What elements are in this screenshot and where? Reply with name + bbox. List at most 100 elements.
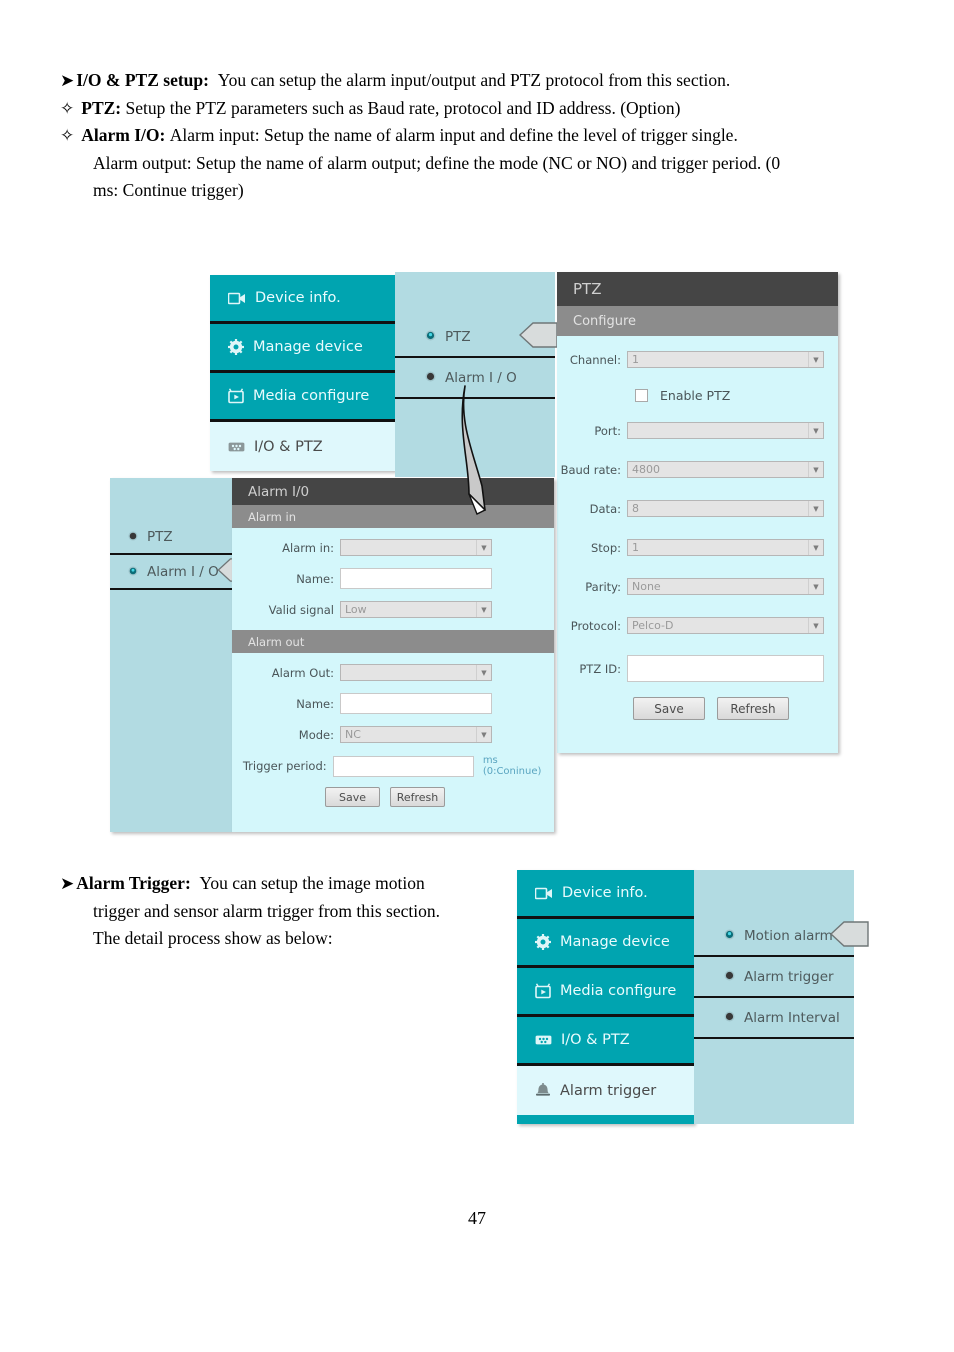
radio-dot-icon: [425, 370, 436, 386]
alarm-io-panel: Alarm I/0 Alarm in Alarm in: ▼ Name: Val…: [232, 478, 554, 832]
menu-item-manage-device[interactable]: Manage device: [210, 324, 395, 373]
menu-item-device-info-bottom[interactable]: Device info.: [517, 870, 694, 919]
top-figure-main-menu: Device info. Manage device Media configu…: [210, 275, 395, 471]
field-ptz-id: PTZ ID:: [557, 655, 838, 682]
stop-select[interactable]: 1 ▼: [627, 539, 824, 556]
bell-icon: [535, 1083, 551, 1098]
paragraph-alarm-output: Alarm output: Setup the name of alarm ou…: [93, 152, 781, 173]
submenu-item-alarm-interval[interactable]: Alarm Interval: [694, 998, 854, 1039]
field-label: Alarm in:: [282, 540, 334, 555]
paragraph-io-ptz-setup: ➤ I/O & PTZ setup: You can setup the alar…: [60, 70, 890, 90]
gear-icon: [228, 339, 244, 355]
menu-item-label: Device info.: [255, 290, 341, 306]
menu-item-manage-device-bottom[interactable]: Manage device: [517, 919, 694, 968]
paragraph-text: Setup the PTZ parameters such as Baud ra…: [125, 97, 681, 118]
menu-item-io-ptz-bottom[interactable]: I/O & PTZ: [517, 1017, 694, 1066]
menu-item-io-ptz[interactable]: I/O & PTZ: [210, 422, 395, 471]
page-number: 47: [468, 1208, 486, 1228]
chevron-down-icon: ▼: [808, 618, 823, 633]
field-label: Alarm Out:: [271, 665, 334, 680]
data-select[interactable]: 8 ▼: [627, 500, 824, 517]
chevron-down-icon: ▼: [808, 352, 823, 367]
alarm-out-select[interactable]: ▼: [340, 664, 492, 681]
field-label: Port:: [594, 423, 621, 438]
menu-item-media-configure-bottom[interactable]: Media configure: [517, 968, 694, 1017]
select-value: NC: [345, 728, 361, 741]
alarm-io-panel-title: Alarm I/0: [232, 478, 554, 505]
alarm-out-name-input[interactable]: [340, 693, 492, 714]
submenu-item-alarm-io-lower[interactable]: Alarm I / O: [110, 555, 254, 590]
paragraph-ptz: ✧ PTZ: Setup the PTZ parameters such as B…: [60, 97, 890, 118]
parity-select[interactable]: None ▼: [627, 578, 824, 595]
menu-item-alarm-trigger-bottom[interactable]: Alarm trigger: [517, 1066, 694, 1115]
submenu-item-ptz-lower[interactable]: PTZ: [110, 520, 232, 555]
field-label: Trigger period:: [242, 759, 327, 773]
chevron-left-icon: [518, 321, 559, 353]
media-tv-icon: [228, 388, 244, 404]
field-label: Valid signal: [268, 602, 334, 617]
alarm-trigger-line-3: The detail process show as below:: [93, 928, 333, 948]
baud-rate-select[interactable]: 4800 ▼: [627, 461, 824, 478]
alarm-trigger-text: You can setup the image motion: [199, 873, 425, 893]
mode-select[interactable]: NC ▼: [340, 726, 492, 743]
submenu-item-motion-alarm[interactable]: Motion alarm: [694, 916, 869, 957]
select-value: None: [632, 580, 661, 593]
alarm-io-panel-buttons: Save Refresh: [232, 787, 554, 807]
submenu-item-label: PTZ: [445, 328, 471, 345]
trigger-period-input[interactable]: [332, 755, 474, 777]
menu-item-label: Media configure: [253, 388, 370, 404]
field-protocol: Protocol: Pelco-D ▼: [557, 617, 838, 634]
trigger-period-hint: ms (0:Coninue): [482, 755, 542, 777]
alarm-in-name-input[interactable]: [340, 568, 492, 589]
field-mode: Mode: NC ▼: [232, 726, 554, 743]
alarm-in-select[interactable]: ▼: [340, 539, 492, 556]
field-alarm-out: Alarm Out: ▼: [232, 664, 554, 681]
field-alarm-in-name: Name:: [232, 568, 554, 589]
field-label: Channel:: [569, 352, 621, 367]
menu-item-media-configure[interactable]: Media configure: [210, 373, 395, 422]
video-camera-icon: [228, 292, 246, 305]
submenu-item-label: Alarm I / O: [445, 369, 517, 386]
radio-dot-icon: [128, 564, 138, 580]
submenu-item-ptz[interactable]: PTZ: [395, 317, 558, 358]
submenu-spacer: [395, 272, 555, 317]
protocol-select[interactable]: Pelco-D ▼: [627, 617, 824, 634]
field-port: Port: ▼: [557, 422, 838, 439]
submenu-item-alarm-trigger[interactable]: Alarm trigger: [694, 957, 854, 998]
submenu-item-label: Motion alarm: [744, 927, 833, 944]
alarm-trigger-prose: ➤ Alarm Trigger: You can setup the image …: [60, 873, 490, 958]
submenu-item-label: PTZ: [147, 528, 173, 545]
paragraph-text: You can setup the alarm input/output and…: [217, 70, 731, 90]
submenu-item-alarm-io[interactable]: Alarm I / O: [395, 358, 555, 399]
alarm-io-refresh-button[interactable]: Refresh: [390, 787, 445, 807]
channel-select[interactable]: 1 ▼: [627, 351, 824, 368]
valid-signal-select[interactable]: Low ▼: [340, 601, 492, 618]
menu-item-label: Manage device: [560, 934, 670, 950]
chevron-down-icon: ▼: [476, 665, 491, 680]
ptz-id-input[interactable]: [627, 655, 824, 682]
menu-item-label: Manage device: [253, 339, 363, 355]
chevron-down-icon: ▼: [808, 501, 823, 516]
menu-item-label: I/O & PTZ: [254, 438, 323, 455]
paragraph-alarm-io: ✧ Alarm I/O: Alarm input: Setup the name …: [60, 126, 890, 145]
top-figure-submenu: PTZ Alarm I / O: [395, 272, 558, 477]
enable-ptz-checkbox[interactable]: [635, 389, 648, 402]
alarm-io-save-button[interactable]: Save: [325, 787, 380, 807]
field-trigger-period: Trigger period: ms (0:Coninue): [232, 755, 554, 777]
media-tv-icon: [535, 983, 551, 999]
radio-dot-icon: [724, 928, 735, 944]
submenu-empty-row: [694, 1039, 854, 1080]
bottom-figure-main-menu: Device info. Manage device Media configu…: [517, 870, 694, 1124]
radio-dot-icon: [724, 969, 735, 985]
field-stop: Stop: 1 ▼: [557, 539, 838, 556]
submenu-spacer: [694, 870, 854, 916]
field-data: Data: 8 ▼: [557, 500, 838, 517]
menu-item-label: Alarm trigger: [560, 1082, 657, 1099]
enable-ptz-row: Enable PTZ: [557, 388, 838, 403]
submenu-item-label: Alarm trigger: [744, 968, 834, 985]
port-select[interactable]: ▼: [627, 422, 824, 439]
ptz-save-button[interactable]: Save: [633, 697, 705, 720]
ptz-refresh-button[interactable]: Refresh: [717, 697, 789, 720]
paragraph-continue-trigger: ms: Continue trigger): [93, 180, 244, 200]
menu-item-device-info[interactable]: Device info.: [210, 275, 395, 324]
